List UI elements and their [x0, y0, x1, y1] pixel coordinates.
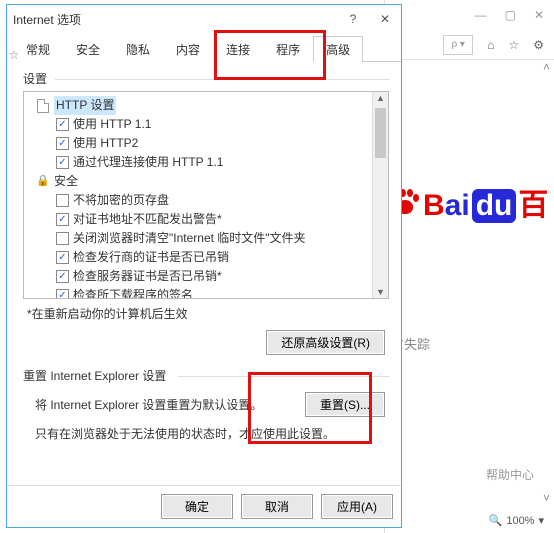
- bg-toolbar: ρ ▾ ⌂ ☆ ⚙: [385, 30, 554, 60]
- zoom-arrow-icon: ▾: [538, 514, 544, 527]
- tree-scrollbar[interactable]: ▲ ▼: [372, 92, 388, 298]
- tree-item-check-signature[interactable]: 检查所下载程序的签名: [30, 286, 366, 298]
- tab-advanced[interactable]: 高级: [313, 36, 363, 62]
- tree-item-proxy-http11[interactable]: 通过代理连接使用 HTTP 1.1: [30, 153, 366, 172]
- tree-item-check-server[interactable]: 检查服务器证书是否已吊销*: [30, 267, 366, 286]
- tab-connections[interactable]: 连接: [213, 36, 263, 62]
- reset-group-label: 重置 Internet Explorer 设置: [23, 367, 389, 384]
- checkbox-checked-icon[interactable]: [56, 270, 69, 283]
- scroll-down-arrow-icon[interactable]: ▼: [373, 287, 388, 297]
- tab-content[interactable]: 内容: [163, 36, 213, 62]
- dialog-titlebar: Internet 选项 ? ✕: [7, 5, 401, 33]
- ok-button[interactable]: 确定: [161, 494, 233, 519]
- checkbox-checked-icon[interactable]: [56, 118, 69, 131]
- scrollbar-thumb[interactable]: [375, 108, 386, 158]
- tab-strip: 常规 安全 隐私 内容 连接 程序 高级: [7, 35, 401, 62]
- tree-item-no-cache[interactable]: 不将加密的页存盘: [30, 191, 366, 210]
- home-icon[interactable]: ⌂: [487, 38, 494, 52]
- internet-options-dialog: Internet 选项 ? ✕ ☆ 常规 安全 隐私 内容 连接 程序 高级 设…: [6, 4, 402, 528]
- clipped-star-icon: ☆: [7, 35, 21, 75]
- dialog-button-row: 确定 取消 应用(A): [7, 485, 401, 527]
- tree-item-cert-mismatch[interactable]: 对证书地址不匹配发出警告*: [30, 210, 366, 229]
- settings-tree-box: HTTP 设置 使用 HTTP 1.1 使用 HTTP2 通过代理连接使用 HT…: [23, 91, 389, 299]
- zoom-value: 100%: [506, 515, 534, 527]
- baidu-logo: Baidu百: [385, 180, 554, 224]
- tree-item-http2[interactable]: 使用 HTTP2: [30, 134, 366, 153]
- tree-http-category[interactable]: HTTP 设置: [30, 96, 366, 115]
- document-icon: [36, 99, 50, 113]
- tree-security-category[interactable]: 🔒 安全: [30, 172, 366, 191]
- baidu-tail: 百: [518, 189, 548, 222]
- tree-item-check-publisher[interactable]: 检查发行商的证书是否已吊销: [30, 248, 366, 267]
- bg-window-controls: — ▢ ✕: [385, 0, 554, 30]
- settings-tree[interactable]: HTTP 设置 使用 HTTP 1.1 使用 HTTP2 通过代理连接使用 HT…: [24, 92, 372, 298]
- zoom-icon: 🔍: [489, 514, 503, 527]
- dialog-help-button[interactable]: ?: [343, 12, 363, 26]
- tools-gear-icon[interactable]: ⚙: [533, 38, 544, 52]
- checkbox-icon[interactable]: [56, 232, 69, 245]
- checkbox-checked-icon[interactable]: [56, 137, 69, 150]
- settings-group-label: 设置: [23, 70, 389, 87]
- favorites-icon[interactable]: ☆: [508, 38, 519, 52]
- dialog-close-button[interactable]: ✕: [375, 12, 395, 26]
- tree-label: 安全: [54, 172, 78, 191]
- bg-partial-text: 亡失踪: [385, 334, 554, 353]
- baidu-du: du: [472, 189, 517, 223]
- checkbox-checked-icon[interactable]: [56, 156, 69, 169]
- reset-info: 只有在浏览器处于无法使用的状态时，才应使用此设置。: [35, 425, 385, 442]
- dialog-body: 设置 HTTP 设置 使用 HTTP 1.1 使用 HTTP2 通过代理连接使用…: [7, 62, 401, 485]
- checkbox-icon[interactable]: [56, 194, 69, 207]
- scroll-down-icon[interactable]: ˅: [543, 491, 550, 505]
- tree-label: HTTP 设置: [54, 96, 116, 115]
- tree-item-http11[interactable]: 使用 HTTP 1.1: [30, 115, 366, 134]
- minimize-button[interactable]: —: [475, 8, 487, 22]
- scroll-up-arrow-icon[interactable]: ▲: [373, 93, 388, 103]
- checkbox-checked-icon[interactable]: [56, 289, 69, 298]
- checkbox-checked-icon[interactable]: [56, 251, 69, 264]
- scroll-up-icon[interactable]: ˄: [543, 60, 550, 74]
- tab-security[interactable]: 安全: [63, 36, 113, 62]
- tree-item-clear-temp[interactable]: 关闭浏览器时清空"Internet 临时文件"文件夹: [30, 229, 366, 248]
- search-dropdown[interactable]: ρ ▾: [443, 35, 473, 55]
- apply-button[interactable]: 应用(A): [321, 494, 393, 519]
- reset-button[interactable]: 重置(S)...: [305, 392, 385, 417]
- restore-button[interactable]: ▢: [505, 8, 516, 22]
- zoom-control[interactable]: 🔍 100% ▾: [489, 514, 544, 527]
- tab-privacy[interactable]: 隐私: [113, 36, 163, 62]
- baidu-b: B: [423, 189, 445, 222]
- tab-programs[interactable]: 程序: [263, 36, 313, 62]
- help-center-link[interactable]: 帮助中心: [486, 466, 534, 483]
- close-button[interactable]: ✕: [534, 8, 544, 22]
- checkbox-checked-icon[interactable]: [56, 213, 69, 226]
- baidu-ai: ai: [445, 189, 470, 222]
- lock-icon: 🔒: [36, 175, 50, 189]
- restart-note: *在重新启动你的计算机后生效: [27, 305, 389, 322]
- background-browser: — ▢ ✕ ρ ▾ ⌂ ☆ ⚙ ˄ Baidu百 亡失踪 帮助中心 ˅ 🔍 10…: [384, 0, 554, 533]
- dialog-title: Internet 选项: [13, 11, 81, 28]
- cancel-button[interactable]: 取消: [241, 494, 313, 519]
- reset-description: 将 Internet Explorer 设置重置为默认设置。: [35, 396, 262, 413]
- restore-advanced-button[interactable]: 还原高级设置(R): [266, 330, 385, 355]
